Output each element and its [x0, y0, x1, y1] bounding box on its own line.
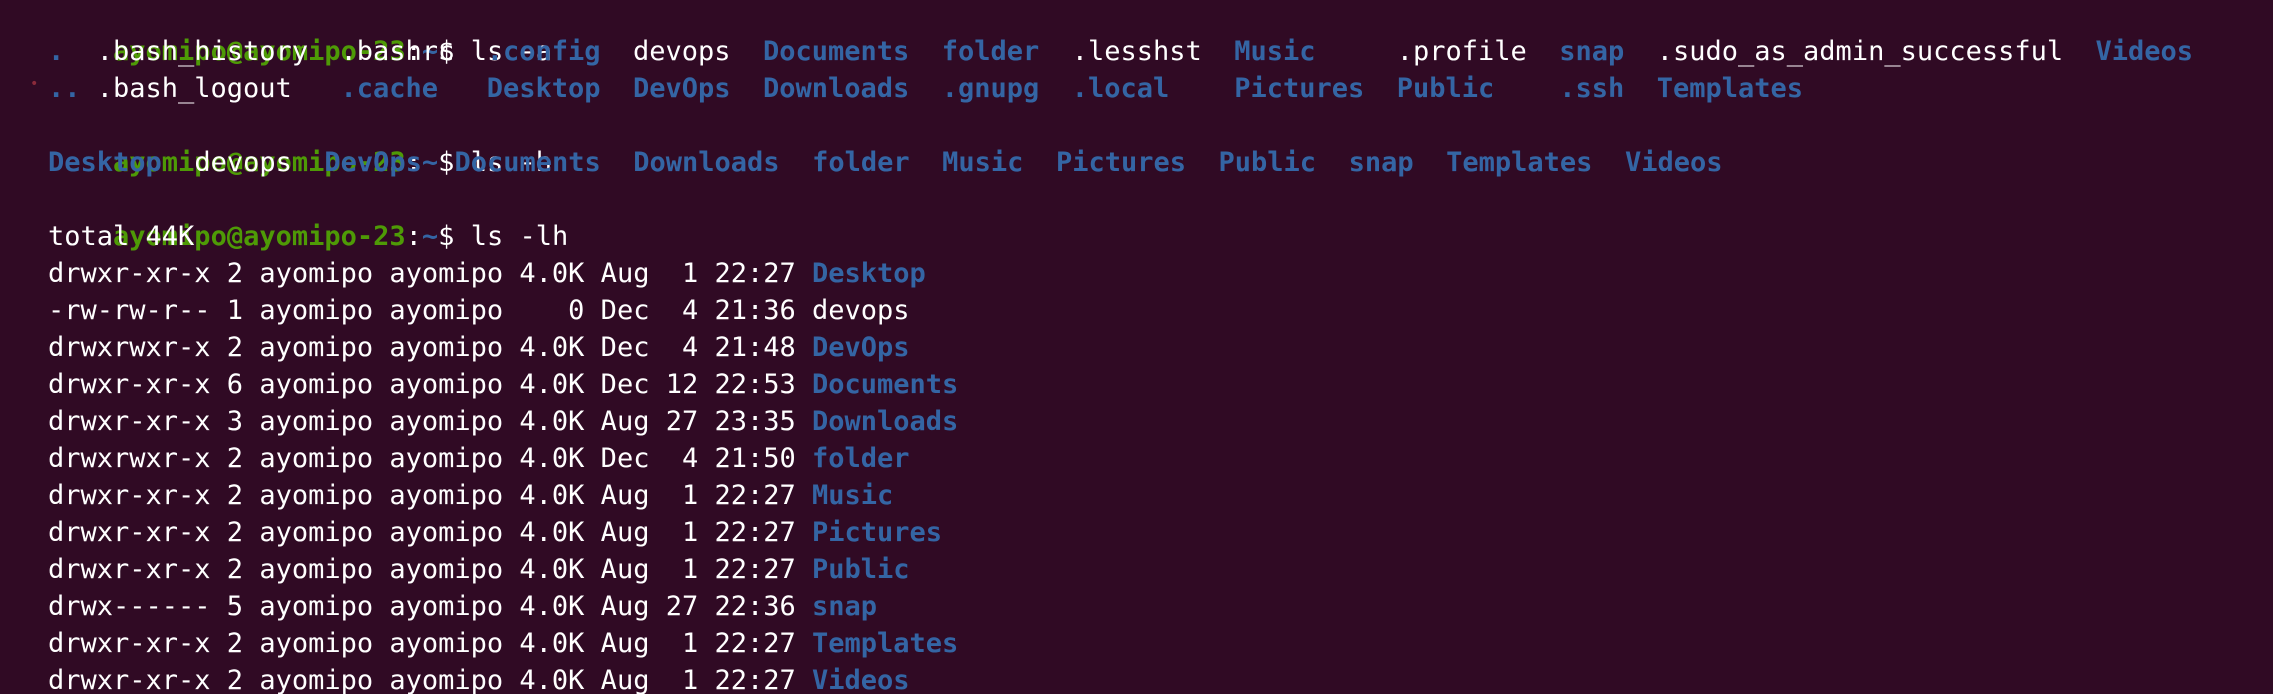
directory-entry: folder: [941, 36, 1040, 67]
directory-entry: snap: [1348, 147, 1414, 178]
directory-entry: Public: [1396, 73, 1495, 104]
directory-entry: Templates: [1656, 73, 1804, 104]
directory-entry: .local: [1071, 73, 1170, 104]
directory-entry: Downloads: [763, 73, 910, 104]
prompt-separator: :: [405, 221, 422, 252]
directory-entry: Desktop: [486, 73, 601, 104]
directory-entry: Pictures: [812, 517, 943, 548]
directory-entry: Pictures: [1234, 73, 1365, 104]
file-entry: devops: [194, 147, 292, 178]
directory-entry: Music: [812, 480, 894, 511]
ls-lh-metadata: drwxr-xr-x 2 ayomipo ayomipo 4.0K Aug 1 …: [48, 628, 813, 659]
file-entry: .sudo_as_admin_successful: [1656, 36, 2064, 67]
terminal-window[interactable]: ayomipo@ayomipo-23:~$ ls -a . .bash_histo…: [0, 0, 2273, 694]
directory-entry: DevOps: [812, 332, 910, 363]
directory-entry: folder: [812, 147, 910, 178]
ls-lh-row: drwxr-xr-x 2 ayomipo ayomipo 4.0K Aug 1 …: [48, 551, 910, 588]
directory-entry: .ssh: [1559, 73, 1625, 104]
ls-lh-row: drwxrwxr-x 2 ayomipo ayomipo 4.0K Dec 4 …: [48, 440, 910, 477]
file-entry: .bash_history: [96, 36, 309, 67]
directory-entry: .: [48, 36, 65, 67]
directory-entry: Downloads: [633, 147, 780, 178]
directory-entry: Desktop: [48, 147, 162, 178]
prompt-line-ls-h: ayomipo@ayomipo-23:~$ ls -h: [48, 107, 552, 178]
directory-entry: Documents: [763, 36, 910, 67]
prompt-line-ls-a: ayomipo@ayomipo-23:~$ ls -a: [48, 0, 552, 67]
ls-lh-row: -rw-rw-r-- 1 ayomipo ayomipo 0 Dec 4 21:…: [48, 292, 910, 329]
ls-lh-metadata: drwxr-xr-x 2 ayomipo ayomipo 4.0K Aug 1 …: [48, 517, 813, 548]
directory-entry: Videos: [1624, 147, 1723, 178]
directory-entry: Public: [812, 554, 910, 585]
directory-entry: Videos: [812, 665, 910, 694]
ls-h-output-row: Desktop devops DevOps Documents Download…: [48, 144, 1723, 181]
ls-lh-row: drwxr-xr-x 2 ayomipo ayomipo 4.0K Aug 1 …: [48, 477, 893, 514]
file-entry: devops: [633, 36, 731, 67]
ls-lh-row: drwxr-xr-x 3 ayomipo ayomipo 4.0K Aug 27…: [48, 403, 958, 440]
ls-lh-row: drwxr-xr-x 6 ayomipo ayomipo 4.0K Dec 12…: [48, 366, 958, 403]
directory-entry: .cache: [340, 73, 439, 104]
ls-lh-metadata: drwxr-xr-x 2 ayomipo ayomipo 4.0K Aug 1 …: [48, 258, 813, 289]
directory-entry: Desktop: [812, 258, 926, 289]
file-entry: .bash_logout: [96, 73, 292, 104]
ls-lh-total: total 44K: [48, 221, 195, 252]
directory-entry: Videos: [2095, 36, 2194, 67]
directory-entry: Public: [1218, 147, 1317, 178]
ls-lh-metadata: drwx------ 5 ayomipo ayomipo 4.0K Aug 27…: [48, 591, 813, 622]
prompt-symbol: $: [438, 221, 471, 252]
ls-a-output-row-1: . .bash_history .bashrc .config devops Docume…: [48, 33, 2226, 70]
ls-lh-metadata: drwxr-xr-x 3 ayomipo ayomipo 4.0K Aug 27…: [48, 406, 813, 437]
directory-entry: DevOps: [633, 73, 731, 104]
ls-lh-row: drwxr-xr-x 2 ayomipo ayomipo 4.0K Aug 1 …: [48, 662, 910, 694]
ls-lh-metadata: drwxrwxr-x 2 ayomipo ayomipo 4.0K Dec 4 …: [48, 443, 813, 474]
ls-lh-metadata: drwxr-xr-x 2 ayomipo ayomipo 4.0K Aug 1 …: [48, 665, 813, 694]
directory-entry: snap: [1559, 36, 1625, 67]
directory-entry: folder: [812, 443, 910, 474]
ls-lh-row: drwxrwxr-x 2 ayomipo ayomipo 4.0K Dec 4 …: [48, 329, 910, 366]
command-text: ls -lh: [470, 221, 569, 252]
directory-entry: .config: [486, 36, 601, 67]
directory-entry: ..: [48, 73, 81, 104]
file-entry: .lesshst: [1071, 36, 1202, 67]
ls-lh-metadata: -rw-rw-r-- 1 ayomipo ayomipo 0 Dec 4 21:…: [48, 295, 813, 326]
ls-lh-metadata: drwxrwxr-x 2 ayomipo ayomipo 4.0K Dec 4 …: [48, 332, 813, 363]
file-entry: devops: [812, 295, 910, 326]
ls-lh-row: drwxr-xr-x 2 ayomipo ayomipo 4.0K Aug 1 …: [48, 625, 958, 662]
file-entry: .bashrc: [340, 36, 455, 67]
ls-lh-row: drwxr-xr-x 2 ayomipo ayomipo 4.0K Aug 1 …: [48, 255, 926, 292]
ls-lh-metadata: drwxr-xr-x 2 ayomipo ayomipo 4.0K Aug 1 …: [48, 554, 813, 585]
directory-entry: Documents: [454, 147, 601, 178]
directory-entry: snap: [812, 591, 878, 622]
ls-lh-metadata: drwxr-xr-x 2 ayomipo ayomipo 4.0K Aug 1 …: [48, 480, 813, 511]
directory-entry: DevOps: [324, 147, 422, 178]
directory-entry: Templates: [1446, 147, 1593, 178]
cursor-artifact: •: [30, 76, 39, 92]
ls-a-output-row-2: .. .bash_logout .cache Desktop DevOps Downloa…: [48, 70, 2096, 107]
ls-lh-row: drwx------ 5 ayomipo ayomipo 4.0K Aug 27…: [48, 588, 877, 625]
ls-lh-row: drwxr-xr-x 2 ayomipo ayomipo 4.0K Aug 1 …: [48, 514, 942, 551]
prompt-line-ls-lh: ayomipo@ayomipo-23:~$ ls -lh: [48, 181, 568, 252]
directory-entry: Music: [1234, 36, 1316, 67]
directory-entry: Templates: [812, 628, 959, 659]
ls-lh-metadata: drwxr-xr-x 6 ayomipo ayomipo 4.0K Dec 12…: [48, 369, 813, 400]
directory-entry: Documents: [812, 369, 959, 400]
directory-entry: Pictures: [1055, 147, 1186, 178]
directory-entry: Downloads: [812, 406, 959, 437]
directory-entry: Music: [942, 147, 1024, 178]
file-entry: .profile: [1396, 36, 1527, 67]
prompt-cwd: ~: [421, 221, 439, 252]
directory-entry: .gnupg: [941, 73, 1040, 104]
